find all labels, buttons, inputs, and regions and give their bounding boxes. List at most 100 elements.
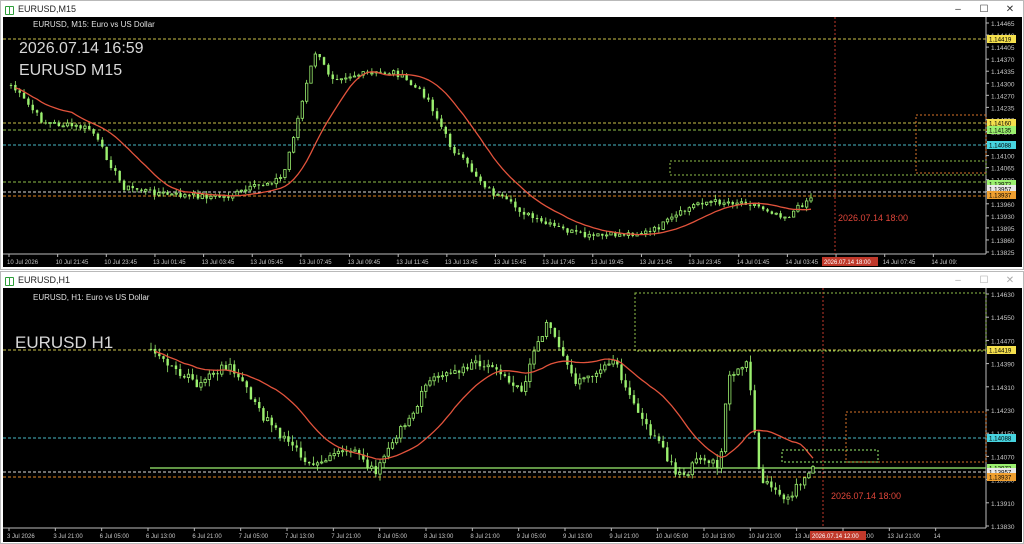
close-button[interactable]: ✕ xyxy=(997,275,1023,286)
candle-body xyxy=(179,193,182,197)
candle-body xyxy=(424,384,428,392)
candle-body xyxy=(186,373,191,378)
price-label: 1.14230 xyxy=(991,408,1015,415)
candle-body xyxy=(57,122,61,126)
candle-body xyxy=(674,462,677,475)
candle-body xyxy=(300,100,304,119)
candle-body xyxy=(469,362,474,370)
candle-body xyxy=(374,466,378,475)
maximize-button[interactable]: ☐ xyxy=(971,4,997,15)
price-tag: 1.14419 xyxy=(989,348,1012,355)
zone-box xyxy=(845,411,987,463)
candle-body xyxy=(466,367,469,370)
candle-body xyxy=(648,231,652,233)
candle-body xyxy=(661,440,665,448)
candle-body xyxy=(535,218,539,220)
maximize-button[interactable]: ☐ xyxy=(971,275,997,286)
candle-body xyxy=(386,447,390,457)
time-label: 13 Jul 09:45 xyxy=(348,260,381,266)
candle-body xyxy=(228,363,232,371)
candle-body xyxy=(653,435,656,437)
candle-body xyxy=(792,210,796,218)
chart-area-m15[interactable]: EURUSD, M15: Euro vs US Dollar 2026.07.1… xyxy=(3,17,1022,267)
candle-body xyxy=(782,494,786,500)
candle-body xyxy=(518,207,521,212)
close-button[interactable]: ✕ xyxy=(997,4,1023,15)
candle-body xyxy=(245,381,248,388)
candle-body xyxy=(418,87,421,89)
price-label: 1.13910 xyxy=(991,501,1015,508)
candle-body xyxy=(88,126,91,130)
candle-body xyxy=(270,183,274,185)
candle-body xyxy=(203,379,207,383)
price-label: 1.14335 xyxy=(991,69,1015,76)
candle-body xyxy=(774,487,777,490)
candle-body xyxy=(553,222,556,226)
candle-body xyxy=(592,234,595,236)
candle-body xyxy=(478,360,482,367)
candle-body xyxy=(707,460,711,464)
time-label: 3 Jul 2026 xyxy=(7,534,35,540)
price-chart-h1[interactable]: EURUSD, H1: Euro vs US Dollar EURUSD H1 … xyxy=(3,288,1022,542)
candle-body xyxy=(482,366,486,368)
candle-body xyxy=(628,387,632,396)
candle-body xyxy=(209,195,213,199)
candle-body xyxy=(403,425,407,428)
chart-window-h1[interactable]: EURUSD,H1 – ☐ ✕ EURUSD, H1: Euro vs US D… xyxy=(0,271,1024,544)
candle-body xyxy=(222,195,226,198)
candle-body xyxy=(411,412,415,419)
candle-body xyxy=(357,74,361,77)
candle-body xyxy=(303,457,307,462)
candle-body xyxy=(178,369,182,376)
candle-body xyxy=(457,153,461,155)
candle-body xyxy=(749,361,752,391)
candle-body xyxy=(594,372,599,377)
minimize-button[interactable]: – xyxy=(945,4,971,15)
candle-body xyxy=(52,121,57,124)
candle-body xyxy=(282,435,286,439)
chart-window-m15[interactable]: EURUSD,M15 – ☐ ✕ EURUSD, M15: Euro vs US… xyxy=(0,0,1024,270)
candle-body xyxy=(308,461,311,464)
price-tag: 1.13937 xyxy=(989,475,1012,482)
candle-body xyxy=(779,213,782,218)
candle-body xyxy=(809,197,813,202)
candle-body xyxy=(287,151,291,170)
window-titlebar[interactable]: EURUSD,H1 – ☐ ✕ xyxy=(1,272,1023,288)
candle-body xyxy=(149,348,153,350)
candle-body xyxy=(574,373,577,384)
candle-body xyxy=(549,322,552,328)
candle-body xyxy=(678,472,682,475)
candle-body xyxy=(609,231,613,236)
candle-body xyxy=(786,496,790,500)
candle-body xyxy=(661,221,665,230)
window-titlebar[interactable]: EURUSD,M15 – ☐ ✕ xyxy=(1,1,1023,17)
candle-body xyxy=(774,212,778,215)
candle-body xyxy=(603,364,607,371)
candle-body xyxy=(713,199,717,202)
candle-body xyxy=(509,199,513,202)
price-chart-m15[interactable]: EURUSD, M15: Euro vs US Dollar 2026.07.1… xyxy=(3,17,1022,267)
candle-body xyxy=(249,387,253,400)
window-title: EURUSD,H1 xyxy=(18,275,71,285)
candle-body xyxy=(435,111,439,119)
candle-body xyxy=(44,122,47,124)
overlay-time: 2026.07.14 16:59 xyxy=(19,40,144,57)
time-label: 8 Jul 13:00 xyxy=(424,534,454,540)
candle-body xyxy=(432,376,436,382)
time-label: 14 Jul 03:45 xyxy=(785,260,818,266)
candle-body xyxy=(148,189,152,191)
candle-body xyxy=(70,123,74,127)
candle-body xyxy=(9,84,13,86)
candle-body xyxy=(420,390,424,407)
candle-body xyxy=(566,228,569,233)
candle-body xyxy=(794,483,798,497)
candle-body xyxy=(453,370,457,374)
chart-area-h1[interactable]: EURUSD, H1: Euro vs US Dollar EURUSD H1 … xyxy=(3,288,1022,542)
minimize-button[interactable]: – xyxy=(945,275,971,286)
candle-body xyxy=(22,92,26,99)
candle-body xyxy=(35,110,39,113)
candle-body xyxy=(488,187,491,189)
candle-body xyxy=(295,445,298,448)
price-label: 1.14070 xyxy=(991,454,1015,461)
candle-body xyxy=(645,418,648,425)
